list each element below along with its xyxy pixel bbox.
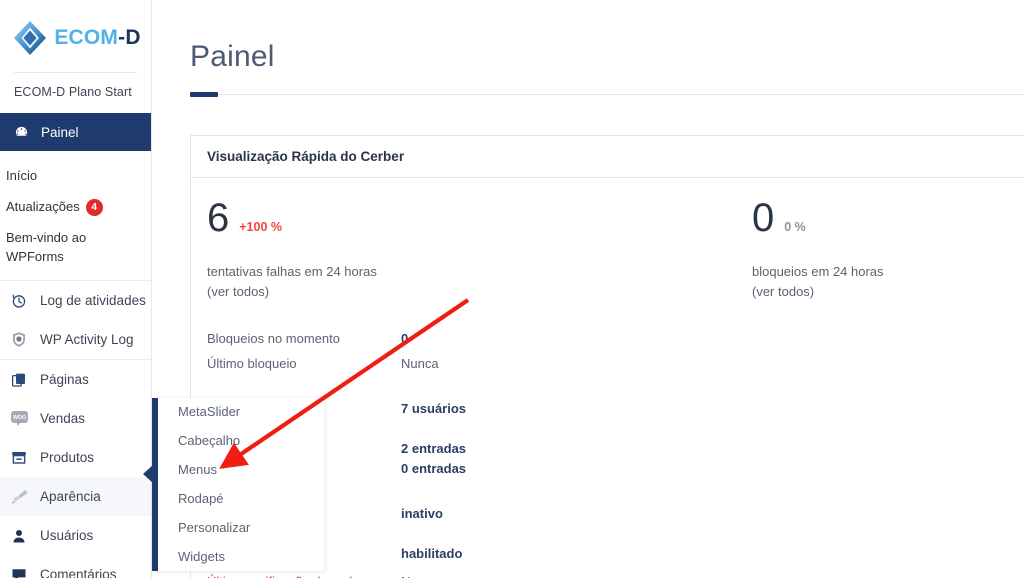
page-title: Painel: [190, 40, 275, 73]
sidebar-item-wp-activity-log[interactable]: WP Activity Log: [0, 320, 151, 359]
sidebar-item-paginas[interactable]: Páginas: [0, 360, 151, 399]
flyout-item-personalizar[interactable]: Personalizar: [158, 514, 324, 543]
sidebar-subitem-wpforms[interactable]: Bem-vindo ao WPForms: [0, 223, 151, 273]
stat-blocks-number: 0: [752, 196, 775, 240]
flyout-item-widgets[interactable]: Widgets: [158, 543, 324, 572]
stat-failed-number: 6: [207, 196, 230, 240]
flyout-item-rodape[interactable]: Rodapé: [158, 485, 324, 514]
row-key: Último bloqueio: [207, 356, 297, 372]
paint-brush-icon: [8, 489, 30, 505]
sidebar-item-vendas-label: Vendas: [40, 411, 86, 427]
brand-name-2: -D: [118, 26, 141, 49]
sidebar-item-paginas-label: Páginas: [40, 372, 89, 388]
sidebar-item-aparencia[interactable]: Aparência: [0, 477, 151, 517]
woo-badge-icon: WOO: [8, 410, 30, 427]
sidebar-item-comentarios-label: Comentários: [40, 567, 117, 578]
row-key: Bloqueios no momento: [207, 331, 340, 347]
title-underline: [190, 92, 1024, 97]
brand-logo[interactable]: ECOM-D: [0, 0, 151, 64]
dashboard-gauge-icon: [10, 125, 32, 140]
sidebar-item-usuarios[interactable]: Usuários: [0, 516, 151, 555]
stat-failed-top: 6 +100 %: [207, 198, 736, 238]
comment-bubble-icon: [8, 567, 30, 578]
card-title: Visualização Rápida do Cerber: [191, 136, 1024, 178]
sidebar-item-produtos-label: Produtos: [40, 450, 95, 466]
title-rule-accent: [190, 92, 218, 97]
sidebar-item-aparencia-label: Aparência: [40, 489, 101, 505]
flyout-pointer-icon: [143, 465, 153, 483]
diamond-logo-icon: [10, 18, 50, 58]
flyout-item-menus[interactable]: Menus: [158, 456, 324, 485]
stat-failed-attempts: 6 +100 % tentativas falhas em 24 horas (…: [191, 198, 736, 302]
stat-failed-view-all-link[interactable]: (ver todos): [207, 284, 269, 299]
row-value: 7 usuários: [401, 401, 467, 417]
stat-blocks: 0 0 % bloqueios em 24 horas (ver todos): [736, 198, 884, 302]
table-row: Último bloqueio Nunca: [191, 351, 1024, 376]
table-row: Bloqueios no momento 0: [191, 326, 1024, 351]
flyout-item-cabecalho[interactable]: Cabeçalho: [158, 427, 324, 456]
stat-blocks-top: 0 0 %: [752, 198, 884, 238]
clock-history-icon: [8, 293, 30, 309]
flyout-item-metaslider[interactable]: MetaSlider: [158, 398, 324, 427]
title-rule-long: [190, 94, 1024, 95]
sidebar-subitem-atualizacoes-label: Atualizações: [6, 198, 80, 214]
pages-icon: [8, 372, 30, 388]
stat-blocks-percent: 0 %: [784, 220, 806, 234]
updates-count-badge: 4: [85, 198, 103, 216]
sidebar-item-vendas[interactable]: WOO Vendas: [0, 399, 151, 438]
sidebar-item-usuarios-label: Usuários: [40, 528, 94, 544]
user-icon: [8, 528, 30, 544]
stat-failed-label: tentativas falhas em 24 horas (ver todos…: [207, 262, 736, 302]
sidebar-item-comentarios[interactable]: Comentários: [0, 555, 151, 578]
sidebar-subitem-wpforms-label: Bem-vindo ao WPForms: [6, 229, 87, 264]
svg-text:WOO: WOO: [13, 415, 26, 421]
sidebar-subitem-inicio-label: Início: [6, 168, 38, 183]
app-root: ECOM-D ECOM-D Plano Start Painel Início …: [0, 0, 1024, 578]
row-value: Nunca: [401, 356, 439, 372]
sidebar-submenu-painel: Início Atualizações 4 Bem-vindo ao WPFor…: [0, 151, 151, 282]
sidebar-subitem-atualizacoes[interactable]: Atualizações 4: [0, 192, 151, 223]
row-value: 0 entradas: [401, 461, 467, 477]
sidebar-item-wp-activity-log-label: WP Activity Log: [40, 332, 134, 348]
sidebar: ECOM-D ECOM-D Plano Start Painel Início …: [0, 0, 152, 578]
sidebar-item-log-de-atividades-label: Log de atividades: [40, 293, 146, 309]
row-value: 2 entradas: [401, 441, 467, 457]
brand-text: ECOM-D: [54, 26, 140, 50]
stat-failed-percent: +100 %: [239, 220, 282, 234]
sidebar-subitem-inicio[interactable]: Início: [0, 161, 151, 192]
row-value: habilitado: [401, 546, 463, 562]
stat-failed-description: tentativas falhas em 24 horas: [207, 264, 377, 279]
sidebar-item-painel[interactable]: Painel: [0, 113, 151, 151]
row-key: Última verificação de malware: [207, 574, 401, 578]
plan-label: ECOM-D Plano Start: [14, 85, 132, 99]
appearance-flyout-menu: MetaSlider Cabeçalho Menus Rodapé Person…: [152, 398, 324, 571]
sidebar-item-painel-label: Painel: [41, 124, 79, 140]
product-box-icon: [8, 450, 30, 465]
row-value: 0: [401, 331, 409, 347]
stat-blocks-description: bloqueios em 24 horas: [752, 264, 884, 279]
sidebar-item-produtos[interactable]: Produtos: [0, 438, 151, 477]
brand-name-1: ECOM: [54, 26, 119, 49]
sidebar-item-log-de-atividades[interactable]: Log de atividades: [0, 281, 151, 320]
stat-blocks-label: bloqueios em 24 horas (ver todos): [752, 262, 884, 302]
stats-row: 6 +100 % tentativas falhas em 24 horas (…: [191, 198, 1024, 302]
row-value: inativo: [401, 506, 443, 522]
row-value: Nunca: [401, 574, 439, 578]
stat-blocks-view-all-link[interactable]: (ver todos): [752, 284, 814, 299]
shield-icon: [8, 331, 30, 348]
